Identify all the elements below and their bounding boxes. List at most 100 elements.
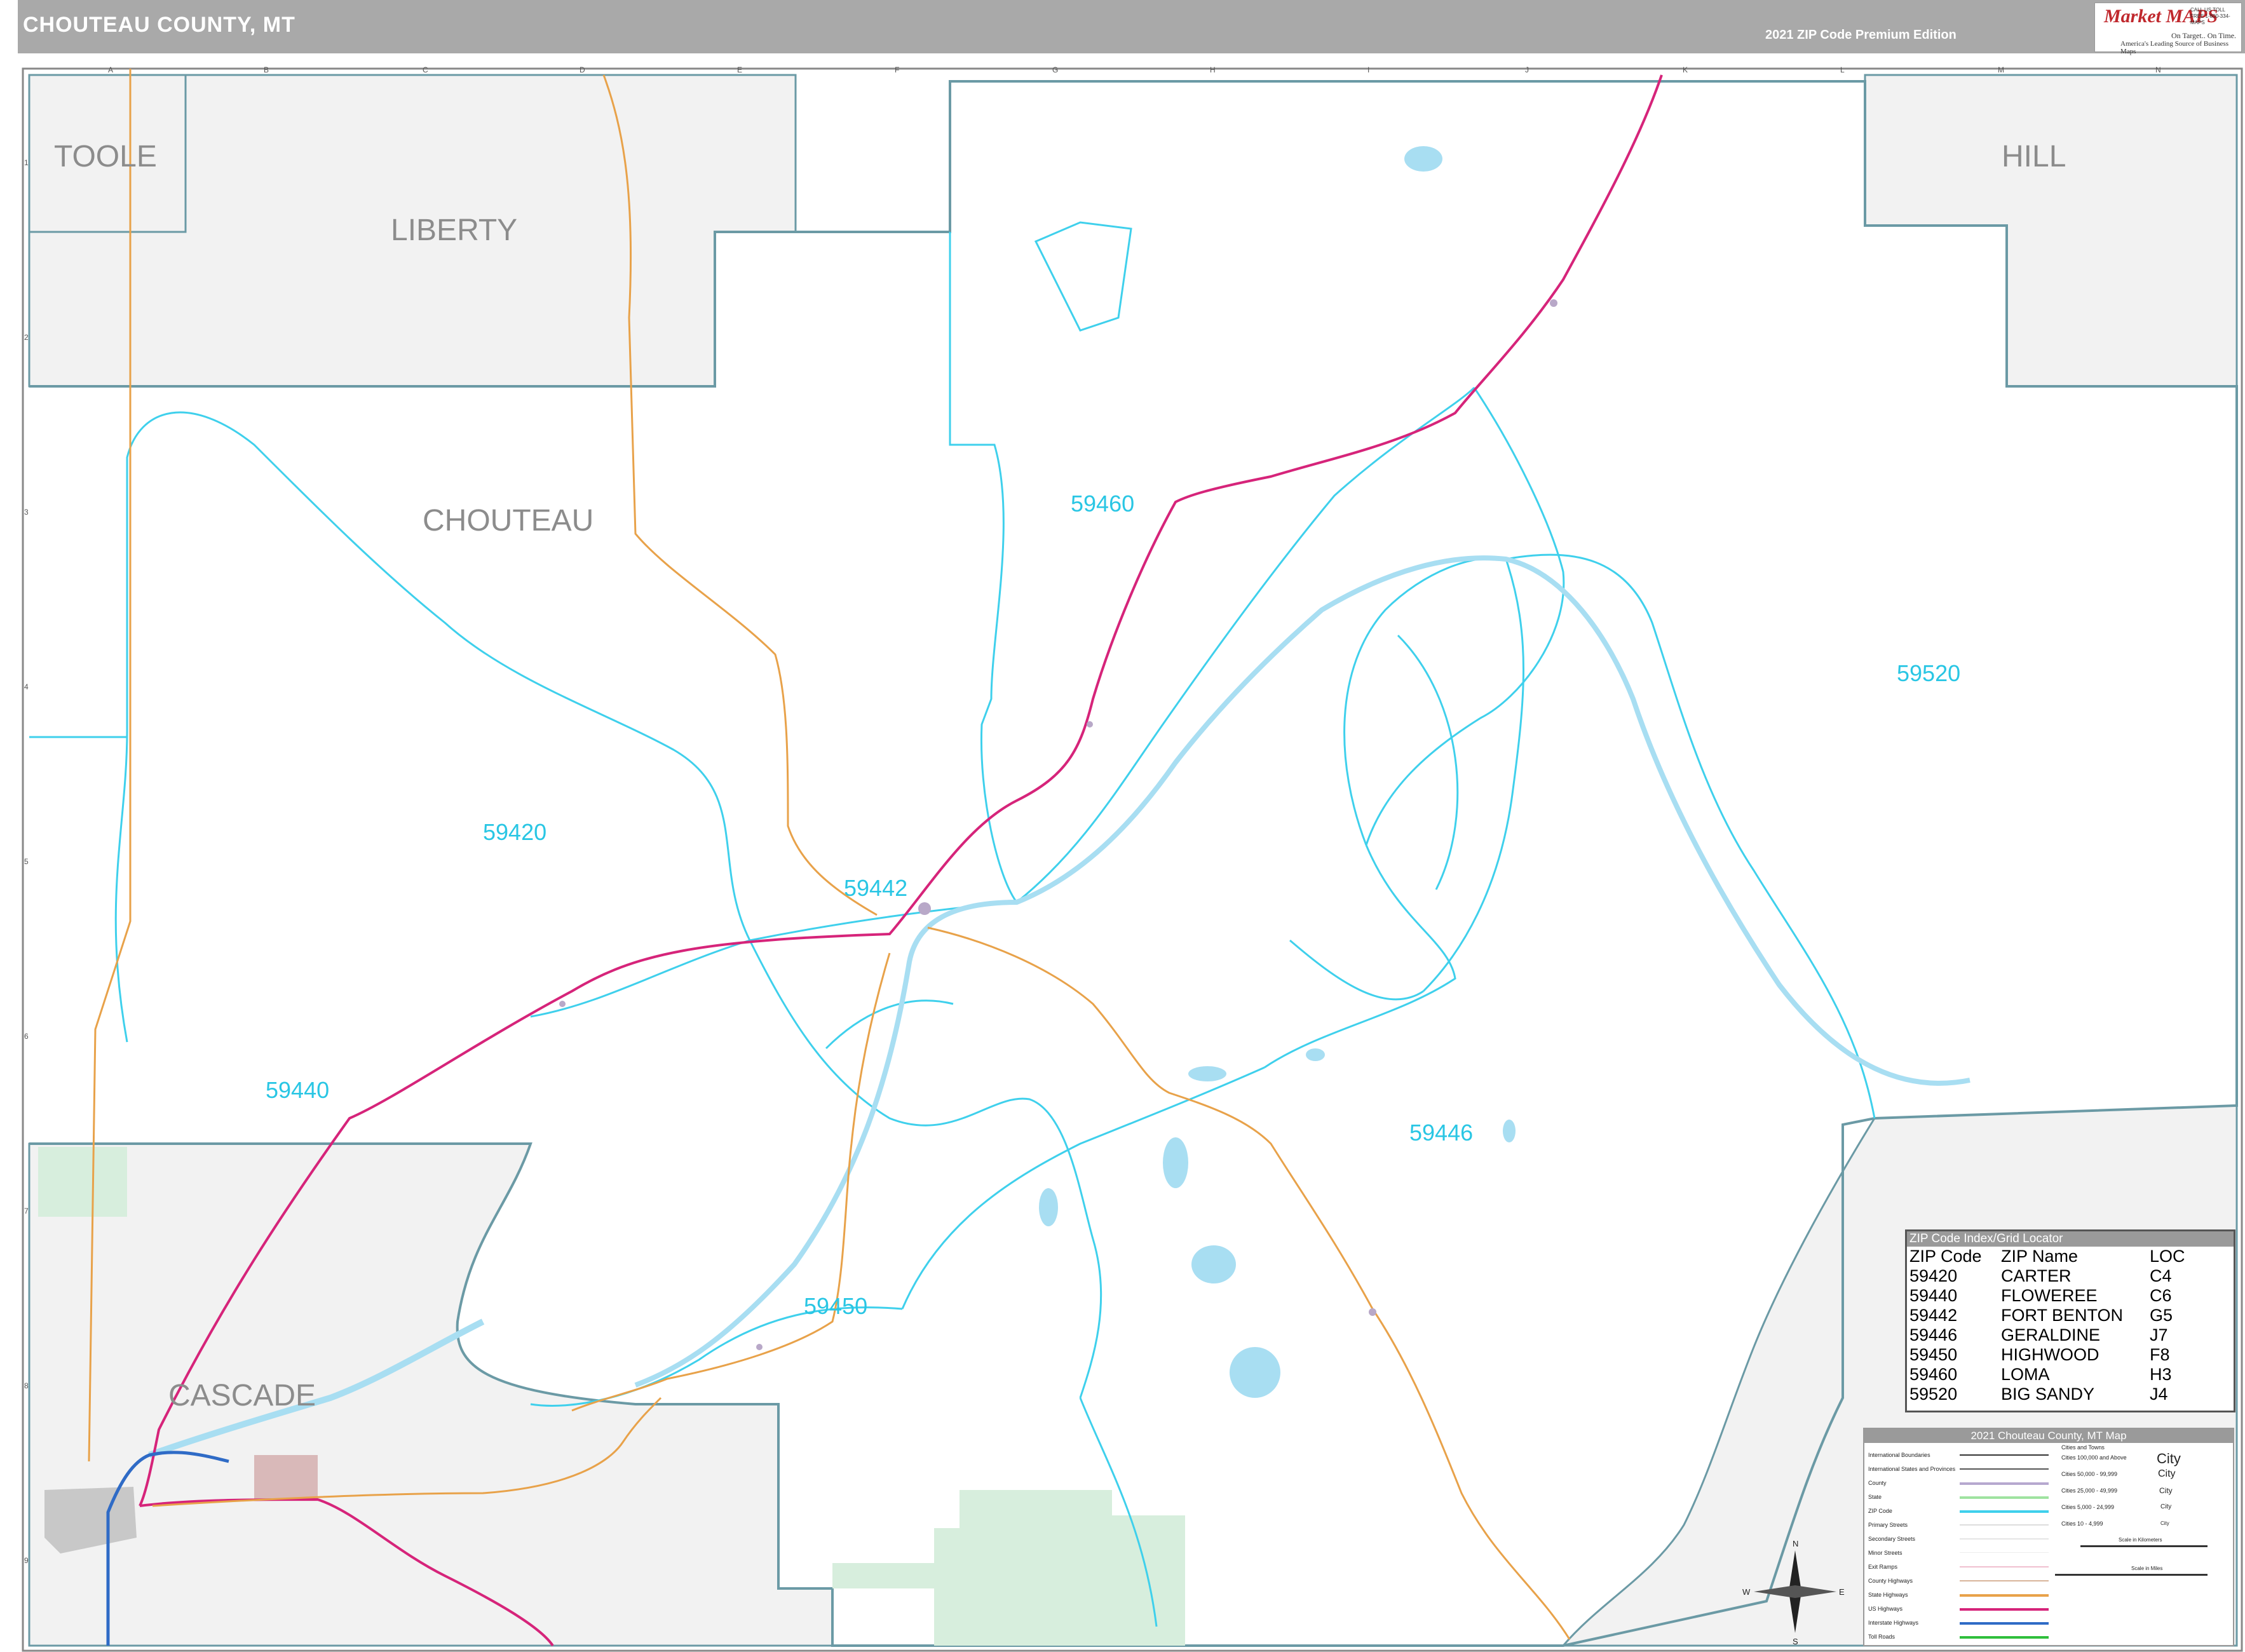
legend-swatch — [1960, 1454, 2049, 1456]
zip-name-cell: BIG SANDY — [2001, 1385, 2095, 1404]
legend-city-sample: City — [2160, 1520, 2169, 1526]
grid-number: 3 — [24, 508, 29, 517]
zip-label-59460: 59460 — [1071, 491, 1134, 517]
legend-swatch — [1960, 1552, 2049, 1553]
table-row: 59442 FORT BENTON G5 — [1909, 1306, 2188, 1325]
table-row: 59440 FLOWEREE C6 — [1909, 1286, 2188, 1306]
lake — [1039, 1188, 1058, 1226]
compass-south: S — [1793, 1637, 1798, 1646]
county-label-hill: HILL — [2002, 140, 2066, 173]
zip-index-table: ZIP Code ZIP Name LOC 59420 CARTER C4 59… — [1909, 1247, 2188, 1404]
lake — [1404, 146, 1442, 172]
grid-letter: B — [264, 65, 269, 74]
legend-swatch — [1960, 1538, 2049, 1540]
zip-loc-cell: F8 — [2150, 1345, 2170, 1364]
grid-number: 7 — [24, 1207, 29, 1215]
zip-name-cell: GERALDINE — [2001, 1325, 2101, 1344]
table-row: 59520 BIG SANDY J4 — [1909, 1385, 2188, 1404]
county-label-cascade: CASCADE — [168, 1379, 316, 1412]
grid-letter: K — [1683, 65, 1688, 74]
scale-bar-mi — [2055, 1574, 2208, 1576]
zip-code-cell: 59450 — [1909, 1345, 1958, 1364]
lake — [1188, 1066, 1226, 1081]
legend-item: International States and Provinces — [1868, 1466, 1956, 1472]
park-area-west — [38, 1147, 127, 1217]
grid-number: 4 — [24, 682, 29, 691]
zip-index-col-header: ZIP Name — [2001, 1247, 2079, 1266]
zip-index-title: ZIP Code Index/Grid Locator — [1907, 1231, 2234, 1247]
grid-number: 2 — [24, 333, 29, 342]
town-marker-fort-benton — [918, 902, 931, 915]
town-marker-big-sandy — [1550, 299, 1557, 307]
legend-city-item: Cities 10 - 4,999 — [2061, 1520, 2103, 1527]
zip-name-cell: HIGHWOOD — [2001, 1345, 2099, 1364]
legend-item: Primary Streets — [1868, 1522, 1908, 1528]
zip-label-59450: 59450 — [804, 1293, 867, 1319]
legend-city-sample: City — [2158, 1468, 2176, 1479]
compass-rose: N E S W — [1742, 1539, 1845, 1646]
grid-letter: H — [1210, 65, 1216, 74]
legend-swatch — [1960, 1566, 2049, 1567]
zip-loc-cell: J4 — [2150, 1385, 2168, 1404]
compass-needle-ew — [1754, 1585, 1836, 1598]
grid-letter: A — [108, 65, 113, 74]
grid-letter: F — [895, 65, 899, 74]
table-row: 59450 HIGHWOOD F8 — [1909, 1345, 2188, 1365]
zip-name-cell: LOMA — [2001, 1365, 2050, 1384]
zip-index-header: ZIP Code ZIP Name LOC — [1909, 1247, 2188, 1266]
grid-number: 9 — [24, 1556, 29, 1565]
legend-swatch — [1960, 1636, 2049, 1639]
legend-item: International Boundaries — [1868, 1452, 1930, 1458]
legend-item: US Highways — [1868, 1606, 1903, 1612]
zip-index-col-header: ZIP Code — [1909, 1247, 1982, 1266]
grid-letter: E — [737, 65, 742, 74]
zip-code-cell: 59446 — [1909, 1325, 1958, 1344]
zip-loc-cell: H3 — [2150, 1365, 2172, 1384]
lake — [1230, 1347, 1280, 1398]
grid-letter: G — [1052, 65, 1058, 74]
legend-item: State Highways — [1868, 1592, 1908, 1598]
table-row: 59420 CARTER C4 — [1909, 1266, 2188, 1286]
legend-swatch — [1960, 1468, 2049, 1470]
lake — [1306, 1048, 1325, 1061]
legend-scale-mi: Scale in Miles — [2131, 1566, 2163, 1571]
grid-letter: N — [2155, 65, 2161, 74]
compass-north: N — [1793, 1539, 1798, 1548]
table-row: 59446 GERALDINE J7 — [1909, 1325, 2188, 1345]
grid-letter: D — [580, 65, 585, 74]
grid-letter: C — [423, 65, 428, 74]
legend-scale-km: Scale in Kilometers — [2119, 1537, 2162, 1543]
zip-label-59440: 59440 — [266, 1077, 329, 1103]
zip-label-59446: 59446 — [1409, 1120, 1473, 1146]
legend-city-sample: City — [2157, 1451, 2181, 1466]
town-marker-loma — [1087, 721, 1093, 728]
legend-item: Interstate Highways — [1868, 1620, 1919, 1626]
zip-code-cell: 59442 — [1909, 1306, 1958, 1325]
county-label-toole: TOOLE — [54, 140, 157, 173]
table-row: 59460 LOMA H3 — [1909, 1365, 2188, 1385]
legend-item: Exit Ramps — [1868, 1564, 1898, 1570]
legend-item: Minor Streets — [1868, 1550, 1902, 1556]
grid-number: 8 — [24, 1381, 29, 1390]
legend-swatch — [1960, 1482, 2049, 1485]
legend-swatch — [1960, 1608, 2049, 1611]
zip-loc-cell: J7 — [2150, 1325, 2168, 1344]
town-marker-carter — [559, 1001, 566, 1007]
lake — [1163, 1137, 1188, 1188]
grid-number: 1 — [24, 158, 29, 167]
legend-city-sample: City — [2159, 1486, 2173, 1495]
lake — [1191, 1245, 1236, 1283]
grid-number: 6 — [24, 1032, 29, 1041]
legend-swatch — [1960, 1594, 2049, 1597]
legend-item: County Highways — [1868, 1578, 1913, 1584]
county-label-chouteau: CHOUTEAU — [423, 504, 593, 538]
town-marker-highwood — [756, 1344, 763, 1350]
compass-west: W — [1742, 1587, 1751, 1597]
lake — [1503, 1120, 1516, 1142]
legend-swatch — [1960, 1622, 2049, 1625]
legend-item: State — [1868, 1494, 1882, 1500]
legend-city-item: Cities 50,000 - 99,999 — [2061, 1471, 2118, 1477]
legend-city-item: Cities 100,000 and Above — [2061, 1454, 2127, 1461]
scale-bar-km — [2080, 1545, 2208, 1547]
legend-city-sample: City — [2160, 1503, 2172, 1510]
